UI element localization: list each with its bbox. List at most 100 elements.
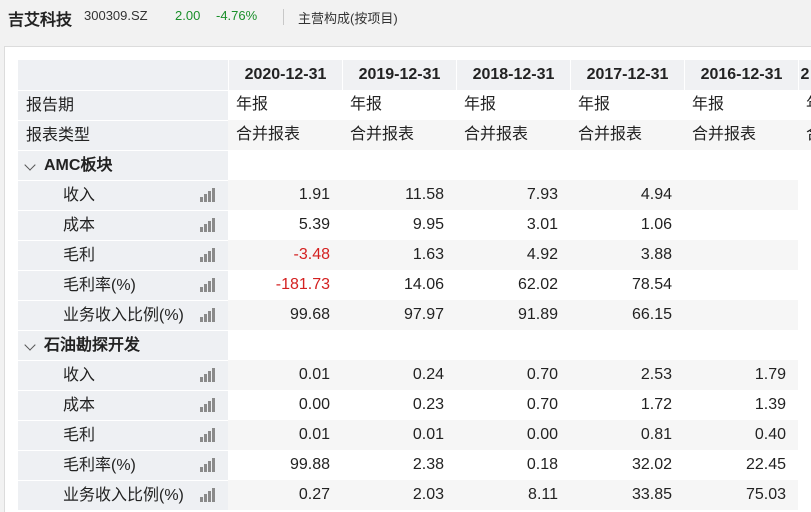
row-label-cell: 收入 xyxy=(18,360,228,390)
row-label-cell: 毛利率(%) xyxy=(18,270,228,300)
row-label: 报告期 xyxy=(26,97,75,114)
column-header[interactable]: 2017-12-31 xyxy=(570,60,684,90)
bar-chart-icon[interactable] xyxy=(200,368,216,382)
value-cell: 99.68 xyxy=(228,300,342,330)
bar-chart-icon[interactable] xyxy=(200,458,216,472)
group-label[interactable]: AMC板块 xyxy=(44,151,112,180)
table-row: 毛利 -3.48 1.63 4.92 3.88 xyxy=(18,240,811,270)
row-label-cell: 报表类型 xyxy=(18,120,228,150)
group-row[interactable]: 石油勘探开发 xyxy=(18,330,811,360)
value-cell: 22.45 xyxy=(745,456,786,473)
value-cell: -3.48 xyxy=(228,240,342,270)
column-header[interactable]: 2020-12-31 xyxy=(228,60,342,90)
table-row: 收入 0.01 0.24 0.70 2.53 1.79 xyxy=(18,360,811,390)
table-row: 成本 0.00 0.23 0.70 1.72 1.39 xyxy=(18,390,811,420)
value-cell: 0.00 xyxy=(456,420,570,450)
table-row: 毛利率(%) 99.88 2.38 0.18 32.02 22.45 xyxy=(18,450,811,480)
row-label-cell: 报告期 xyxy=(18,90,228,120)
title-bar: 吉艾科技 300309.SZ 2.00 -4.76% 主营构成(按项目) xyxy=(0,0,811,34)
value-cell: 11.58 xyxy=(342,180,456,210)
price-change: -4.76% xyxy=(216,8,258,23)
column-header[interactable]: 2019-12-31 xyxy=(342,60,456,90)
bar-chart-icon[interactable] xyxy=(200,248,216,262)
row-label-cell: 毛利率(%) xyxy=(18,450,228,480)
value-cell xyxy=(684,240,798,270)
bar-chart-icon[interactable] xyxy=(200,398,216,412)
row-label-cell: 业务收入比例(%) xyxy=(18,480,228,510)
value-cell: 0.70 xyxy=(456,360,570,390)
column-header[interactable]: 2016-12-31 xyxy=(684,60,798,90)
value-cell: 66.15 xyxy=(570,300,684,330)
value-cell: 年报 xyxy=(692,96,725,113)
value-cell: 4.92 xyxy=(456,240,570,270)
value-cell: 5.39 xyxy=(298,216,330,233)
value-cell: 合并报表 xyxy=(456,120,570,150)
metric-label: 毛利率(%) xyxy=(63,457,136,474)
value-cell: 1.91 xyxy=(228,180,342,210)
value-cell: 78.54 xyxy=(631,276,672,293)
row-label-cell xyxy=(18,60,228,90)
metric-label: 收入 xyxy=(63,187,96,204)
column-header[interactable]: 2 xyxy=(798,60,811,90)
row-label-cell: 收入 xyxy=(18,180,228,210)
value-cell: -181.73 xyxy=(275,276,330,293)
section-title: 主营构成(按项目) xyxy=(298,11,398,26)
value-cell: 合并报表 xyxy=(228,120,342,150)
value-cell xyxy=(684,210,798,240)
column-header[interactable]: 2018-12-31 xyxy=(456,60,570,90)
value-cell: 1.79 xyxy=(684,360,798,390)
value-cell: 7.93 xyxy=(456,180,570,210)
value-cell: 0.18 xyxy=(526,456,558,473)
company-name[interactable]: 吉艾科技 xyxy=(8,6,72,30)
value-cell: 合并报表 xyxy=(684,120,798,150)
metric-label: 毛利 xyxy=(63,427,96,444)
value-cell: 3.88 xyxy=(570,240,684,270)
value-cell: 年报 xyxy=(350,96,383,113)
bar-chart-icon[interactable] xyxy=(200,218,216,232)
value-cell: 32.02 xyxy=(631,456,672,473)
value-cell xyxy=(228,150,342,180)
row-label-cell: 业务收入比例(%) xyxy=(18,300,228,330)
bar-chart-icon[interactable] xyxy=(200,308,216,322)
value-cell: 年报 xyxy=(236,96,269,113)
value-cell: 0.01 xyxy=(228,420,342,450)
value-cell xyxy=(456,330,570,360)
bar-chart-icon[interactable] xyxy=(200,488,216,502)
table-row: 毛利率(%) -181.73 14.06 62.02 78.54 xyxy=(18,270,811,300)
value-cell: 0.81 xyxy=(570,420,684,450)
chevron-down-icon[interactable] xyxy=(24,159,36,171)
row-label-cell: AMC板块 xyxy=(18,150,228,180)
bar-chart-icon[interactable] xyxy=(200,188,216,202)
value-cell: 62.02 xyxy=(517,276,558,293)
bar-chart-icon[interactable] xyxy=(200,428,216,442)
table-row: 收入 1.91 11.58 7.93 4.94 xyxy=(18,180,811,210)
stock-price: 2.00 xyxy=(175,8,201,23)
row-label-cell: 毛利 xyxy=(18,240,228,270)
value-cell: 0.23 xyxy=(412,396,444,413)
table-row: 业务收入比例(%) 99.68 97.97 91.89 66.15 xyxy=(18,300,811,330)
group-row[interactable]: AMC板块 xyxy=(18,150,811,180)
value-cell: 0.27 xyxy=(228,480,342,510)
chevron-down-icon[interactable] xyxy=(24,339,36,351)
value-cell: 0.40 xyxy=(684,420,798,450)
value-cell: 33.85 xyxy=(570,480,684,510)
value-cell: 75.03 xyxy=(684,480,798,510)
table-row: 业务收入比例(%) 0.27 2.03 8.11 33.85 75.03 xyxy=(18,480,811,510)
value-cell: 合并报表 xyxy=(342,120,456,150)
value-cell: 91.89 xyxy=(456,300,570,330)
value-cell: 1.06 xyxy=(640,216,672,233)
metric-label: 成本 xyxy=(63,217,96,234)
value-cell xyxy=(570,330,684,360)
report-period-row: 报告期 年报 年报 年报 年报 年报 年 xyxy=(18,90,811,120)
group-label[interactable]: 石油勘探开发 xyxy=(44,331,140,360)
value-cell: 3.01 xyxy=(526,216,558,233)
value-cell: 8.11 xyxy=(456,480,570,510)
table-row: 成本 5.39 9.95 3.01 1.06 xyxy=(18,210,811,240)
table-header-row: 2020-12-31 2019-12-31 2018-12-31 2017-12-31… xyxy=(18,60,811,90)
value-cell: 年 xyxy=(798,90,811,120)
row-label-cell: 成本 xyxy=(18,210,228,240)
value-cell xyxy=(684,300,798,330)
bar-chart-icon[interactable] xyxy=(200,278,216,292)
metric-label: 毛利 xyxy=(63,247,96,264)
value-cell: 14.06 xyxy=(403,276,444,293)
